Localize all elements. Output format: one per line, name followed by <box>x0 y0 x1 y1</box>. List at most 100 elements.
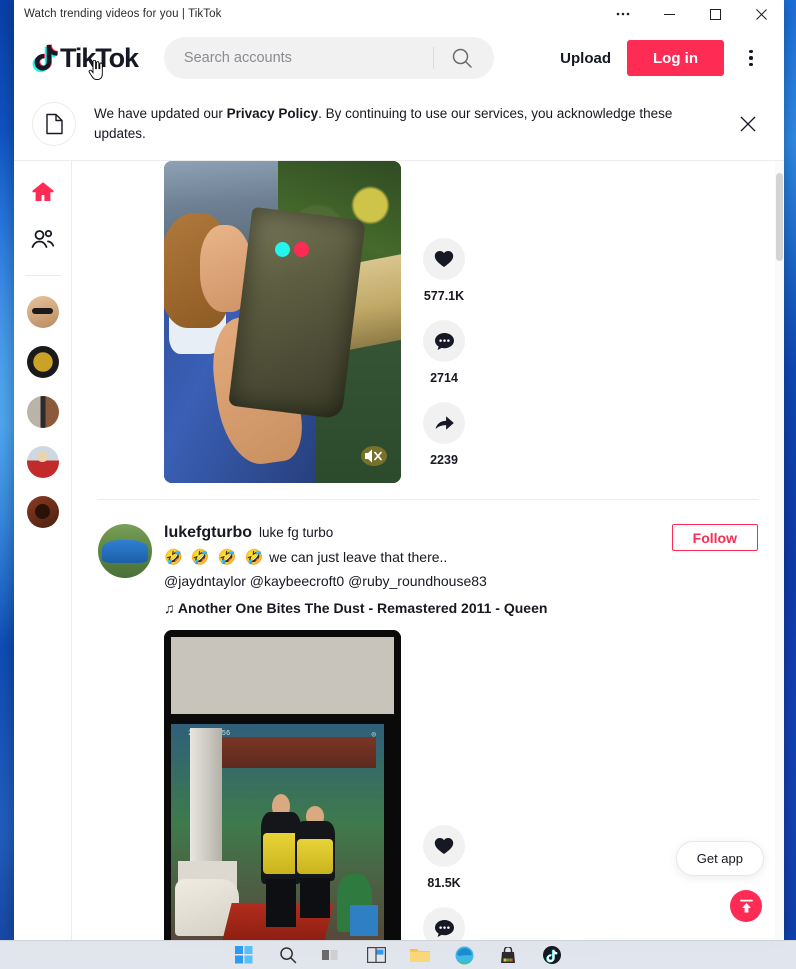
video-player-1[interactable] <box>164 161 401 483</box>
post-caption: 🤣 🤣 🤣 🤣 we can just leave that there.. <box>164 547 660 569</box>
following-users-icon <box>31 229 54 248</box>
banner-text-before: We have updated our <box>94 105 227 121</box>
window-close-button[interactable] <box>738 0 784 28</box>
tiktok-wordmark: TikTok <box>60 42 139 73</box>
sidebar-suggested-avatar-3[interactable] <box>26 396 59 428</box>
login-button[interactable]: Log in <box>627 40 724 76</box>
left-sidebar <box>14 161 72 940</box>
feed-post-2: lukefgturbo luke fg turbo 🤣 🤣 🤣 🤣 we can… <box>98 524 758 940</box>
mute-icon[interactable] <box>359 443 389 469</box>
microsoft-store-button[interactable] <box>497 944 519 966</box>
caption-text: we can just leave that there.. <box>269 549 448 565</box>
sidebar-suggested-avatar-5[interactable] <box>26 496 59 528</box>
start-button[interactable] <box>233 944 255 966</box>
like-count: 577.1K <box>423 289 465 303</box>
window-maximize-button[interactable] <box>692 0 738 28</box>
avatar[interactable] <box>98 524 152 578</box>
sidebar-suggested-avatar-1[interactable] <box>26 296 59 328</box>
caption-emojis: 🤣 🤣 🤣 🤣 <box>164 549 266 566</box>
file-explorer-button[interactable] <box>409 944 431 966</box>
task-view-button[interactable] <box>321 944 343 966</box>
post-mentions[interactable]: @jaydntaylor @kaybeecroft0 @ruby_roundho… <box>164 571 660 591</box>
search-input[interactable] <box>183 50 433 66</box>
tiktok-logo[interactable]: TikTok <box>32 42 139 80</box>
video-1-sticker-dots <box>275 241 310 257</box>
sidebar-divider <box>24 275 61 276</box>
post-divider <box>98 499 758 500</box>
windows-icon <box>235 946 253 964</box>
video-player-2[interactable]: 2021 07 56 ◎ <box>164 630 401 940</box>
feed-scrollbar[interactable] <box>775 161 784 940</box>
search-icon <box>280 947 297 964</box>
widgets-icon <box>366 947 386 963</box>
search-submit-button[interactable] <box>434 38 490 78</box>
close-icon[interactable] <box>734 110 762 138</box>
scroll-to-top-button[interactable] <box>730 890 762 922</box>
like-button[interactable] <box>423 238 465 280</box>
video-2-thumbnail: 2021 07 56 ◎ <box>164 630 401 940</box>
home-icon <box>32 182 53 201</box>
post-2-meta: lukefgturbo luke fg turbo 🤣 🤣 🤣 🤣 we can… <box>164 524 660 616</box>
comment-button[interactable] <box>423 320 465 362</box>
folder-icon <box>410 949 430 962</box>
scrollbar-thumb[interactable] <box>776 173 783 261</box>
edge-browser-button[interactable] <box>453 944 475 966</box>
search-taskbar-button[interactable] <box>277 944 299 966</box>
sidebar-item-for-you[interactable] <box>28 177 58 207</box>
comment-icon <box>434 332 454 350</box>
post-music[interactable]: ♫ Another One Bites The Dust - Remastere… <box>164 600 660 616</box>
get-app-button[interactable]: Get app <box>675 841 764 876</box>
tiktok-note-icon <box>32 44 58 73</box>
video-1-actions: 577.1K 2714 2239 <box>423 161 465 483</box>
video-2-actions: 81.5K <box>423 630 465 940</box>
edge-icon <box>455 946 473 964</box>
task-view-icon <box>322 950 338 960</box>
video-feed: 577.1K 2714 2239 lukefgturbo luke fg tur… <box>72 161 784 940</box>
post-2-header: lukefgturbo luke fg turbo 🤣 🤣 🤣 🤣 we can… <box>98 524 758 616</box>
sidebar-suggested-avatar-4[interactable] <box>26 446 59 478</box>
privacy-policy-link[interactable]: Privacy Policy <box>227 106 319 121</box>
arrow-up-icon <box>739 899 753 912</box>
privacy-policy-banner: We have updated our Privacy Policy. By c… <box>14 88 784 161</box>
widgets-button[interactable] <box>365 944 387 966</box>
window-controls <box>600 0 784 28</box>
window-titlebar: Watch trending videos for you | TikTok <box>14 0 784 28</box>
upload-button[interactable]: Upload <box>560 50 611 67</box>
author-name-row: lukefgturbo luke fg turbo <box>164 524 660 542</box>
comment-count: 2714 <box>430 371 458 385</box>
share-icon <box>435 416 454 430</box>
search-bar[interactable] <box>163 37 494 79</box>
site-header: TikTok Upload Log in <box>14 28 784 88</box>
comment-icon <box>434 919 454 937</box>
follow-button[interactable]: Follow <box>671 524 758 551</box>
window-more-button[interactable] <box>600 0 646 28</box>
share-button[interactable] <box>423 402 465 444</box>
comment-button[interactable] <box>423 907 465 940</box>
heart-icon <box>434 251 454 267</box>
window-title: Watch trending videos for you | TikTok <box>24 8 222 20</box>
post-2-video-row: 2021 07 56 ◎ <box>98 630 758 940</box>
music-title: Another One Bites The Dust - Remastered … <box>177 600 548 617</box>
tiktok-icon <box>543 946 561 964</box>
window-minimize-button[interactable] <box>646 0 692 28</box>
author-nickname: luke fg turbo <box>259 525 334 540</box>
heart-icon <box>434 838 454 855</box>
author-username[interactable]: lukefgturbo <box>164 524 252 542</box>
windows-taskbar <box>0 940 796 969</box>
like-count: 81.5K <box>427 876 461 891</box>
like-button[interactable] <box>423 825 465 868</box>
kebab-menu-icon[interactable] <box>740 43 762 73</box>
video-1-thumbnail <box>164 161 401 483</box>
music-note-icon: ♫ <box>164 600 175 617</box>
tiktok-app-button[interactable] <box>541 944 563 966</box>
feed-post-1: 577.1K 2714 2239 <box>98 161 758 524</box>
search-icon <box>452 48 472 68</box>
share-count: 2239 <box>430 453 458 467</box>
browser-window: Watch trending videos for you | TikTok T… <box>14 0 784 940</box>
header-actions: Upload Log in <box>560 40 762 76</box>
store-icon <box>501 946 515 963</box>
sidebar-item-following[interactable] <box>28 225 58 255</box>
sidebar-suggested-avatar-2[interactable] <box>26 346 59 378</box>
banner-message: We have updated our Privacy Policy. By c… <box>94 104 716 145</box>
document-icon <box>32 102 76 146</box>
